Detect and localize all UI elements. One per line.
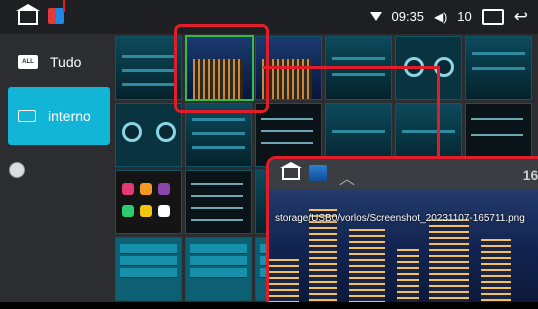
home-icon[interactable] bbox=[16, 4, 40, 25]
thumbnail[interactable] bbox=[465, 36, 532, 100]
bottom-border bbox=[0, 302, 538, 309]
annotation-highlight-box bbox=[174, 24, 269, 113]
recent-apps-icon[interactable] bbox=[481, 8, 504, 25]
clock: 09:35 bbox=[391, 9, 425, 24]
file-browser-screen: 09:35 ◀) 10 ↩ ALL Tudo interno ︿ 16 stor… bbox=[0, 0, 538, 309]
thumbnail[interactable] bbox=[185, 170, 252, 234]
volume-level: 10 bbox=[457, 9, 472, 24]
thumbnail[interactable] bbox=[185, 237, 252, 301]
thumbnail[interactable] bbox=[115, 170, 182, 234]
gallery-app-icon[interactable] bbox=[309, 165, 327, 181]
sidebar-item-all[interactable]: ALL Tudo bbox=[8, 40, 110, 84]
image-preview-panel[interactable]: ︿ 16: storage/USB0/vorlos/Screenshot_202… bbox=[266, 156, 538, 309]
annotation-line bbox=[437, 66, 440, 158]
thumbnail[interactable] bbox=[115, 237, 182, 301]
folder-icon bbox=[18, 110, 36, 122]
scroll-indicator[interactable] bbox=[9, 162, 25, 178]
home-icon[interactable] bbox=[280, 162, 302, 180]
thumbnail[interactable] bbox=[115, 103, 182, 167]
volume-icon[interactable]: ◀) bbox=[434, 10, 447, 24]
gallery-app-icon[interactable] bbox=[48, 8, 64, 24]
sidebar-item-internal[interactable]: interno bbox=[8, 87, 110, 145]
status-indicators: 09:35 ◀) 10 ↩ bbox=[369, 8, 528, 25]
back-icon[interactable]: ↩ bbox=[514, 8, 528, 25]
up-arrow-icon[interactable]: ︿ bbox=[339, 165, 355, 189]
preview-clock: 16: bbox=[522, 167, 538, 183]
file-path-label: storage/USB0/vorlos/Screenshot_20231107-… bbox=[275, 213, 525, 224]
sidebar-item-label: Tudo bbox=[50, 54, 82, 70]
thumbnail[interactable] bbox=[115, 36, 182, 100]
preview-toolbar: ︿ 16: bbox=[269, 159, 538, 189]
annotation-line bbox=[63, 0, 65, 12]
sidebar: ALL Tudo interno bbox=[0, 34, 113, 309]
annotation-line bbox=[263, 66, 439, 69]
wifi-icon bbox=[369, 12, 382, 21]
status-bar: 09:35 ◀) 10 ↩ bbox=[0, 0, 538, 34]
all-icon: ALL bbox=[18, 55, 38, 69]
sidebar-item-label: interno bbox=[48, 108, 91, 124]
preview-image bbox=[269, 189, 538, 309]
